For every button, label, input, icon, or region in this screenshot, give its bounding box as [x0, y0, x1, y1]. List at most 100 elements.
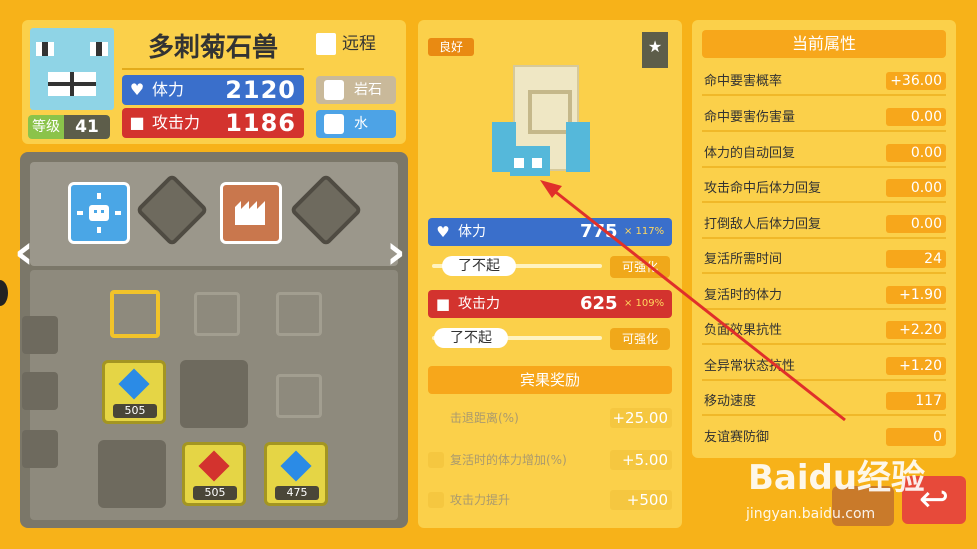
empty-socket-2[interactable] — [276, 292, 322, 336]
range-label: 远程 — [342, 34, 376, 54]
attribute-name: 移动速度 — [704, 394, 757, 409]
bonus-value: +500 — [610, 490, 672, 510]
type2-label: 水 — [354, 116, 368, 132]
attribute-row: 友谊赛防御 0 — [702, 420, 946, 450]
attack-enhance-button[interactable]: 可强化 — [610, 328, 670, 350]
rock-icon — [324, 80, 344, 100]
level-badge: 等级 41 — [28, 115, 110, 139]
bonus-row: 击退距离(%) +25.00 — [428, 406, 672, 430]
move-slot-2[interactable] — [220, 182, 282, 244]
attribute-row: 攻击命中后体力回复 0.00 — [702, 171, 946, 203]
attribute-name: 体力的自动回复 — [704, 146, 796, 161]
attribute-name: 复活所需时间 — [704, 252, 783, 267]
empty-socket-1[interactable] — [194, 292, 240, 336]
attribute-value: 0.00 — [886, 108, 946, 126]
monster-model — [486, 62, 596, 192]
side-tab-1[interactable] — [22, 316, 58, 354]
hp-bar: ♥ 体力 775 × 117% — [428, 218, 672, 246]
gem-value: 475 — [275, 486, 319, 500]
attribute-value: +36.00 — [886, 72, 946, 90]
monster-name: 多刺菊石兽 — [122, 28, 304, 70]
range-icon — [316, 33, 336, 55]
level-label: 等级 — [32, 119, 60, 135]
move-slot-1[interactable] — [68, 182, 130, 244]
bonus-row: 攻击力提升 +500 — [428, 488, 672, 512]
watermark-logo: Baidu经验 — [748, 458, 926, 498]
attribute-value: 0 — [886, 428, 946, 446]
ammonite-cube-icon — [492, 65, 590, 176]
heart-socket[interactable] — [110, 290, 160, 338]
attack-bar: ■ 攻击力 625 × 109% — [428, 290, 672, 318]
hp-bar-value: 775 — [580, 221, 618, 242]
next-arrow-icon[interactable]: › — [386, 228, 406, 276]
side-tab-3[interactable] — [22, 430, 58, 468]
gem-slot-3[interactable]: 475 — [264, 442, 328, 506]
gem-slot-1[interactable]: 505 — [102, 360, 166, 424]
hp-value: 2120 — [225, 76, 296, 104]
attack-bar-percent: × 109% — [624, 298, 665, 309]
attribute-value: +2.20 — [886, 321, 946, 339]
spike-move-icon — [235, 201, 265, 225]
empty-stone-slot[interactable] — [180, 360, 248, 428]
bonus-name: 攻击力提升 — [450, 493, 511, 507]
bonus-value: +25.00 — [610, 408, 672, 428]
monster-avatar[interactable] — [30, 28, 114, 110]
hp-enhance-button[interactable]: 可强化 — [610, 256, 670, 278]
attribute-name: 打倒敌人后体力回复 — [704, 217, 822, 232]
favorite-star-icon[interactable]: ★ — [642, 32, 668, 68]
attack-value: 1186 — [225, 109, 296, 137]
hp-stat: ♥ 体力 2120 — [122, 75, 304, 105]
red-gem-icon — [198, 450, 230, 482]
water-icon — [324, 114, 344, 134]
hp-label: 体力 — [152, 80, 185, 99]
blue-gem-icon — [118, 368, 150, 400]
robot-move-icon — [77, 193, 121, 233]
attack-stat: ■ 攻击力 1186 — [122, 108, 304, 138]
attribute-name: 命中要害概率 — [704, 74, 783, 89]
bonus-row: 复活时的体力增加(%) +5.00 — [428, 448, 672, 472]
avatar-face-icon — [36, 42, 108, 96]
empty-stone-slot-2[interactable] — [98, 440, 166, 508]
bingo-bonus-title: 宾果奖励 — [428, 366, 672, 394]
bonus-check-icon — [428, 492, 444, 508]
blue-gem-icon — [280, 450, 312, 482]
bonus-check-icon — [428, 452, 444, 468]
gem-slot-2[interactable]: 505 — [182, 442, 246, 506]
hp-bar-percent: × 117% — [624, 226, 665, 237]
level-value: 41 — [64, 115, 110, 139]
heart-icon: ♥ — [129, 80, 145, 99]
bonus-value: +5.00 — [610, 450, 672, 470]
attack-rank: 了不起 — [434, 328, 508, 348]
attribute-row: 打倒敌人后体力回复 0.00 — [702, 207, 946, 239]
attribute-value: 117 — [886, 392, 946, 410]
attack-bar-value: 625 — [580, 293, 618, 314]
empty-socket-3[interactable] — [276, 374, 322, 418]
watermark-url: jingyan.baidu.com — [746, 506, 876, 522]
attribute-row: 命中要害伤害量 0.00 — [702, 100, 946, 132]
side-tab-2[interactable] — [22, 372, 58, 410]
gem-value: 505 — [113, 404, 157, 418]
attribute-name: 命中要害伤害量 — [704, 110, 796, 125]
attribute-name: 攻击命中后体力回复 — [704, 181, 822, 196]
attribute-name: 复活时的体力 — [704, 288, 783, 303]
hp-rank: 了不起 — [442, 256, 516, 276]
prev-arrow-icon[interactable]: ‹ — [14, 228, 34, 276]
attribute-row: 体力的自动回复 0.00 — [702, 136, 946, 168]
hp-bar-label: 体力 — [458, 224, 486, 240]
attribute-value: +1.90 — [886, 286, 946, 304]
attribute-row: 负面效果抗性 +2.20 — [702, 313, 946, 345]
attributes-title: 当前属性 — [702, 30, 946, 58]
left-edge-tab[interactable] — [0, 280, 8, 306]
attribute-row: 移动速度 117 — [702, 384, 946, 416]
attribute-name: 全异常状态抗性 — [704, 359, 796, 374]
attack-label: 攻击力 — [152, 113, 201, 132]
attribute-name: 友谊赛防御 — [704, 430, 770, 445]
type-rock-badge: 岩石 — [316, 76, 396, 104]
attack-icon: ■ — [435, 295, 451, 313]
attribute-value: 0.00 — [886, 215, 946, 233]
heart-icon: ♥ — [436, 223, 450, 241]
range-type: 远程 — [316, 28, 400, 60]
attribute-value: 0.00 — [886, 179, 946, 197]
attribute-row: 复活时的体力 +1.90 — [702, 278, 946, 310]
bonus-name: 复活时的体力增加(%) — [450, 453, 567, 467]
